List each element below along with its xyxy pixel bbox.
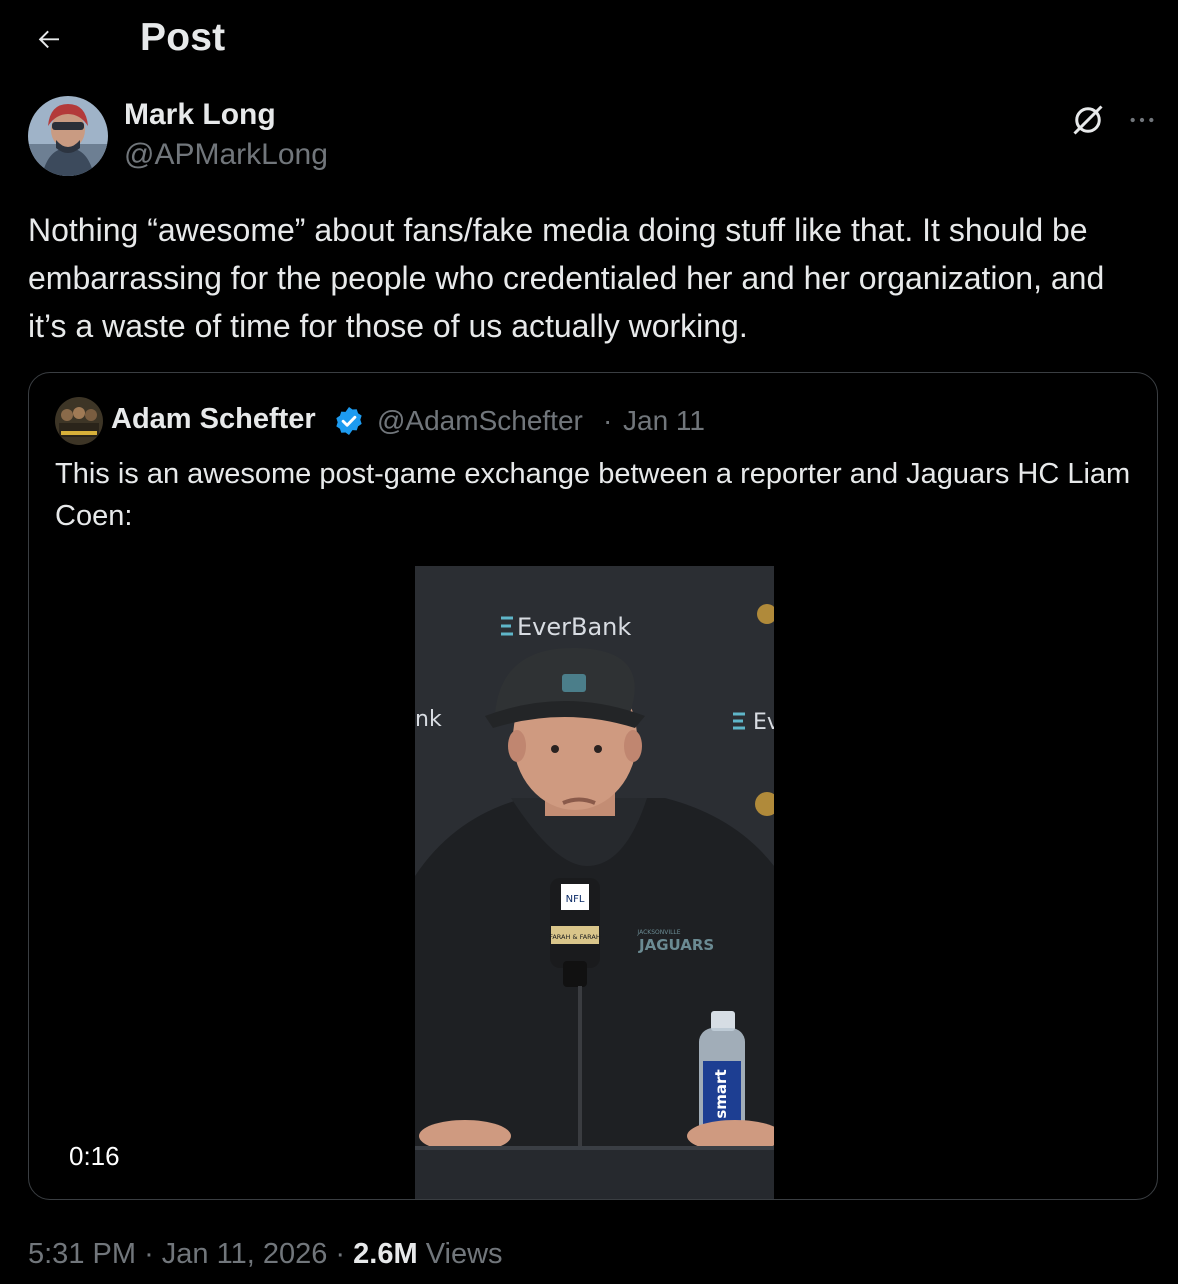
top-bar: Post xyxy=(0,0,1178,78)
meta-separator: · xyxy=(144,1238,154,1270)
views-label: Views xyxy=(425,1238,503,1270)
back-button[interactable] xyxy=(24,14,74,64)
verified-badge-icon xyxy=(333,405,365,437)
quoted-text: This is an awesome post-game exchange be… xyxy=(55,458,1131,532)
meta-separator: · xyxy=(335,1238,346,1270)
mic-flag-top: NFL xyxy=(566,894,585,905)
post-text: Nothing “awesome” about fans/fake media … xyxy=(28,212,1105,344)
quoted-post[interactable]: Adam Schefter @AdamSchefter · Jan 11 Thi… xyxy=(28,372,1158,1200)
backdrop-partial-left: nk xyxy=(415,707,442,732)
views-count: 2.6M xyxy=(353,1238,418,1270)
video-player[interactable]: EverBank nk Ev NFL xyxy=(415,566,774,1199)
backdrop-logo-text: EverBank xyxy=(517,613,631,641)
bottle-text: smart xyxy=(712,1069,730,1118)
author-name[interactable]: Mark Long xyxy=(124,98,276,132)
shirt-subtext: JACKSONVILLE xyxy=(636,929,680,936)
video-duration: 0:16 xyxy=(69,1141,120,1171)
author-handle[interactable]: @APMarkLong xyxy=(124,138,328,172)
quoted-date: Jan 11 xyxy=(623,405,705,436)
page-title: Post xyxy=(140,16,226,59)
video-frame: EverBank nk Ev NFL xyxy=(415,566,774,1199)
backdrop-partial-right: Ev xyxy=(753,710,774,735)
arrow-left-icon xyxy=(38,30,59,49)
more-button[interactable] xyxy=(1120,98,1164,142)
quoted-separator: · xyxy=(603,405,613,436)
more-icon xyxy=(1130,117,1154,123)
quoted-author-handle: @AdamSchefter xyxy=(377,405,583,436)
author-avatar[interactable] xyxy=(28,96,108,176)
shirt-text: JAGUARS xyxy=(638,936,714,954)
mic-flag-bottom: FARAH & FARAH xyxy=(549,933,601,941)
quoted-author-avatar xyxy=(55,397,103,445)
post-meta: 5:31 PM · Jan 11, 2026 · 2.6M Views xyxy=(28,1238,503,1271)
grok-icon xyxy=(1073,105,1103,135)
post-date[interactable]: Jan 11, 2026 xyxy=(162,1238,328,1270)
grok-button[interactable] xyxy=(1066,98,1110,142)
quoted-author-name: Adam Schefter xyxy=(111,403,316,435)
post-time[interactable]: 5:31 PM xyxy=(28,1238,136,1270)
post-author: Mark Long @APMarkLong xyxy=(28,96,1154,176)
